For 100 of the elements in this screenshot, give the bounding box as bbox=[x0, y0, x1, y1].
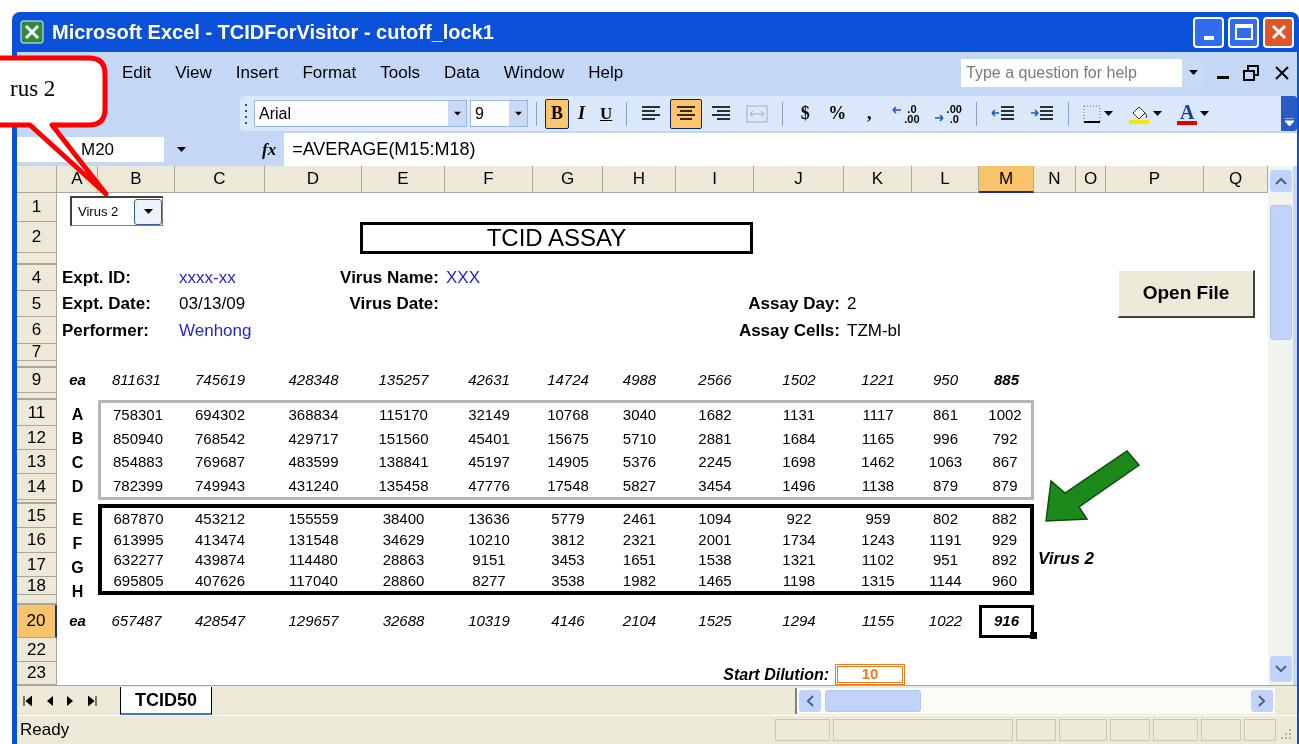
menu-item[interactable]: Data bbox=[443, 60, 480, 86]
help-search-field[interactable]: Type a question for help bbox=[961, 59, 1204, 87]
chevron-down-icon bbox=[1274, 665, 1287, 673]
table-cell-text: 2104 bbox=[622, 611, 657, 632]
status-panel bbox=[1153, 719, 1198, 741]
table-cell-text: 483599 bbox=[287, 453, 340, 471]
table-cell-text: 155559 bbox=[287, 509, 340, 527]
table-cell-text: 694302 bbox=[193, 406, 247, 424]
align-left-icon bbox=[641, 104, 662, 123]
table-cell-text: 1734 bbox=[781, 530, 817, 548]
align-center-button[interactable] bbox=[670, 98, 703, 129]
italic-button[interactable]: I bbox=[572, 98, 592, 129]
formula-field[interactable]: =AVERAGE(M15:M18) bbox=[284, 133, 1297, 166]
table-cell-text: 17548 bbox=[546, 476, 590, 494]
row-label: C bbox=[71, 453, 84, 473]
scroll-thumb[interactable] bbox=[825, 689, 921, 712]
row-label: ea bbox=[69, 370, 86, 391]
table-cell-text: 32149 bbox=[467, 406, 511, 424]
borders-icon bbox=[1082, 104, 1101, 123]
sheet-tab[interactable]: TCID50 bbox=[120, 686, 212, 715]
restore-icon[interactable] bbox=[1243, 65, 1259, 81]
menu-item[interactable]: Help bbox=[588, 60, 624, 86]
table-cell-text: 1144 bbox=[928, 572, 963, 590]
previous-sheet-icon[interactable] bbox=[46, 695, 53, 706]
decrease-decimal-button[interactable]: .00 .0 bbox=[928, 98, 968, 129]
minimize-button[interactable] bbox=[1193, 16, 1224, 48]
table-cell-text: 2001 bbox=[697, 530, 733, 548]
status-text: Ready bbox=[19, 719, 70, 742]
table-cell-text: 613995 bbox=[112, 530, 165, 548]
row-label: G bbox=[71, 558, 84, 578]
table-cell-text: 368834 bbox=[287, 406, 340, 424]
table-cell-text: 15675 bbox=[546, 429, 590, 447]
chevron-right-icon bbox=[1258, 694, 1266, 707]
open-file-button[interactable]: Open File bbox=[1118, 270, 1255, 318]
resize-grip-icon[interactable] bbox=[1279, 727, 1293, 741]
window-title: Microsoft Excel - TCIDForVisitor - cutoff_lock1 bbox=[52, 20, 494, 45]
table-cell-text: 996 bbox=[932, 429, 959, 447]
table-cell-text: 2245 bbox=[697, 453, 733, 471]
table-cell-text: 960 bbox=[991, 572, 1018, 590]
table-cell-text: 10319 bbox=[468, 611, 510, 632]
font-name-field[interactable]: Arial bbox=[254, 100, 467, 127]
menu-item[interactable]: Window bbox=[503, 60, 565, 86]
field-label: Virus Name: bbox=[340, 267, 439, 290]
table-cell-text: 1243 bbox=[860, 530, 896, 548]
active-cell[interactable]: 916 bbox=[979, 605, 1034, 638]
table-cell-text: 1002 bbox=[987, 406, 1023, 424]
row-label: B bbox=[71, 429, 84, 449]
column-header[interactable]: M bbox=[979, 166, 1034, 193]
close-button[interactable] bbox=[1263, 16, 1294, 48]
caret-icon bbox=[1103, 110, 1113, 117]
scroll-thumb[interactable] bbox=[1269, 205, 1292, 340]
fill-handle[interactable] bbox=[1030, 632, 1037, 639]
maximize-icon bbox=[1234, 24, 1253, 40]
next-sheet-icon[interactable] bbox=[67, 695, 74, 706]
format-button[interactable]: , bbox=[855, 98, 884, 129]
menu-item[interactable]: Edit bbox=[122, 60, 152, 86]
caret-icon bbox=[453, 110, 461, 117]
virus-dropdown[interactable]: Virus 2 bbox=[70, 196, 163, 226]
row-header[interactable]: 20 bbox=[17, 605, 57, 638]
menu-item[interactable]: Tools bbox=[380, 60, 420, 86]
maximize-button[interactable] bbox=[1228, 16, 1259, 48]
table-cell-text: 42631 bbox=[468, 370, 510, 391]
table-cell-text: 129657 bbox=[288, 611, 339, 632]
table-cell-text: 892 bbox=[991, 551, 1018, 569]
table-cell-text: 1502 bbox=[782, 370, 816, 391]
toolbar-options-button[interactable] bbox=[1281, 96, 1297, 131]
table-cell-text: 792 bbox=[991, 429, 1019, 447]
table-cell-text: 45401 bbox=[467, 429, 511, 447]
table-cell-text: 879 bbox=[932, 476, 959, 494]
bold-button[interactable]: B bbox=[545, 98, 569, 129]
toolbar-grip-icon[interactable] bbox=[244, 101, 248, 126]
table-cell-text: 28863 bbox=[381, 551, 426, 569]
arrow-pointer-icon bbox=[1043, 449, 1141, 525]
menu-item[interactable]: Format bbox=[302, 60, 357, 86]
minimize-icon[interactable] bbox=[1217, 76, 1229, 80]
first-sheet-icon[interactable] bbox=[23, 695, 32, 706]
close-icon[interactable] bbox=[1275, 66, 1289, 80]
outdent-icon bbox=[990, 104, 1015, 123]
underline-button[interactable]: U bbox=[594, 98, 619, 129]
format-button[interactable]: % bbox=[822, 98, 853, 129]
table-cell-text: 428348 bbox=[288, 370, 339, 391]
table-cell-text: 695805 bbox=[112, 572, 165, 590]
font-color-button[interactable]: A bbox=[1170, 98, 1216, 129]
increase-decimal-button[interactable]: .0 .00 bbox=[886, 98, 926, 129]
format-button[interactable]: $ bbox=[791, 98, 820, 129]
font-size-field[interactable]: 9 bbox=[470, 100, 528, 127]
horizontal-scrollbar[interactable] bbox=[795, 687, 1275, 714]
field-value: 2 bbox=[847, 294, 857, 314]
table-cell-text: 879 bbox=[991, 476, 1019, 494]
function-label[interactable]: fx bbox=[262, 136, 277, 163]
field-label: Performer: bbox=[62, 319, 149, 342]
menu-item[interactable]: Insert bbox=[235, 60, 279, 86]
table-cell-text: 3453 bbox=[550, 551, 586, 569]
table-cell-text: 138841 bbox=[377, 453, 430, 471]
menu-item[interactable]: View bbox=[175, 60, 212, 86]
table-cell-text: 1221 bbox=[861, 370, 895, 391]
table-cell-text: 854883 bbox=[111, 453, 165, 471]
last-sheet-icon[interactable] bbox=[88, 695, 97, 706]
table-cell-text: 882 bbox=[991, 509, 1018, 527]
vertical-scrollbar[interactable] bbox=[1268, 166, 1293, 685]
